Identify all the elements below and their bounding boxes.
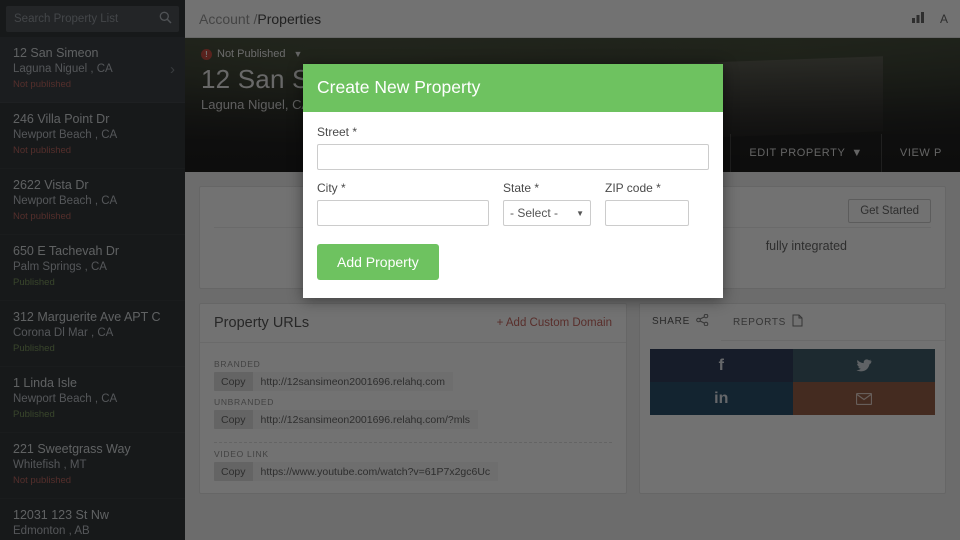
modal-title: Create New Property: [317, 77, 481, 97]
state-label: State *: [503, 181, 540, 195]
zip-field-group: ZIP code *: [605, 181, 689, 226]
city-field-group: City *: [317, 181, 489, 226]
street-input[interactable]: [317, 144, 709, 170]
modal-header: Create New Property: [303, 64, 723, 112]
create-property-modal: Create New Property Street * City * Stat…: [303, 64, 723, 298]
zip-label: ZIP code *: [605, 181, 661, 195]
modal-body: Street * City * State * - Select - ▼ ZIP…: [303, 112, 723, 298]
city-label: City *: [317, 181, 346, 195]
city-input[interactable]: [317, 200, 489, 226]
add-property-button[interactable]: Add Property: [317, 244, 439, 280]
state-field-group: State * - Select - ▼: [503, 181, 591, 226]
chevron-down-icon: ▼: [576, 208, 584, 218]
state-selected-value: - Select -: [510, 206, 559, 220]
state-select[interactable]: - Select - ▼: [503, 200, 591, 226]
zip-input[interactable]: [605, 200, 689, 226]
street-label: Street *: [317, 125, 358, 139]
address-detail-row: City * State * - Select - ▼ ZIP code *: [317, 181, 709, 226]
